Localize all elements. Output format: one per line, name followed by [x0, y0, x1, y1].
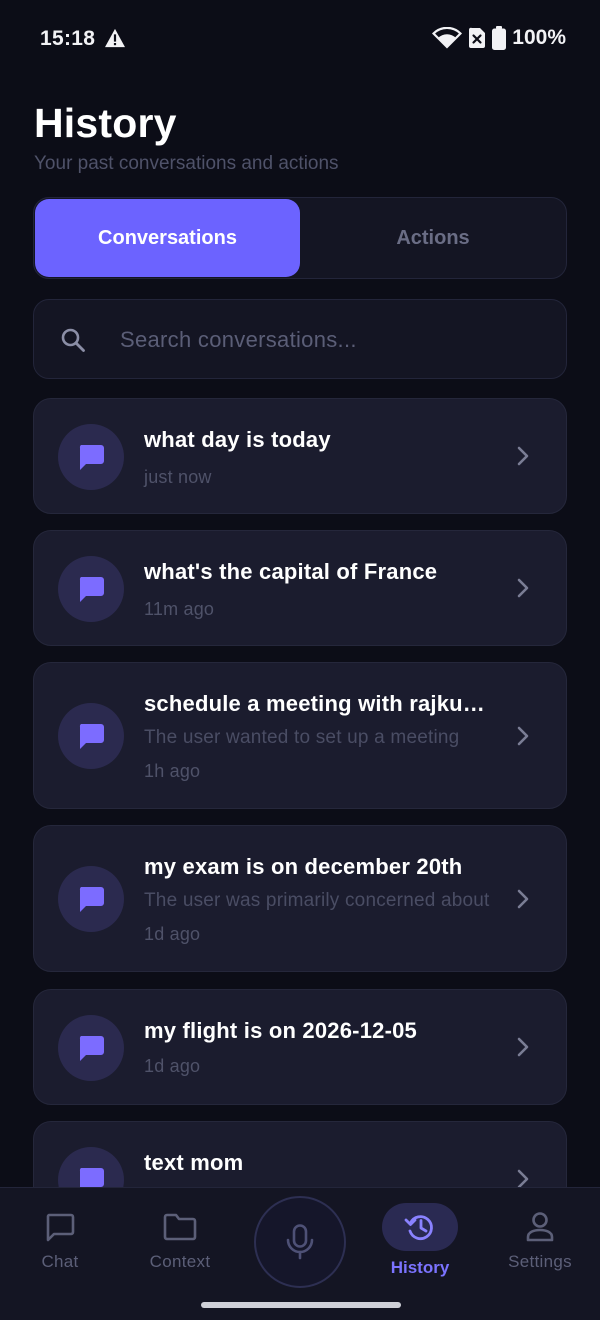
nav-label-history: History	[390, 1258, 450, 1277]
conversation-time: 1d ago	[144, 924, 201, 944]
chat-bubble-icon	[79, 724, 104, 749]
nav-item-chat[interactable]: Chat	[0, 1188, 120, 1298]
chat-icon	[43, 1210, 77, 1244]
conversation-time: just now	[144, 467, 212, 487]
microphone-icon	[286, 1224, 314, 1260]
chevron-right-icon	[517, 578, 529, 598]
nav-label-settings: Settings	[508, 1252, 572, 1271]
conversation-avatar	[58, 1015, 124, 1081]
status-right: 100%	[432, 26, 566, 50]
conversation-card[interactable]: my exam is on december 20th The user was…	[33, 825, 567, 972]
warning-icon	[105, 28, 125, 48]
nav-label-context: Context	[149, 1252, 211, 1271]
conversation-title: what's the capital of France	[144, 559, 438, 584]
nav-active-indicator	[382, 1203, 458, 1251]
tab-conversations[interactable]: Conversations	[35, 199, 300, 277]
conversation-title: what day is today	[144, 427, 331, 452]
conversation-title: schedule a meeting with rajkumar	[144, 691, 496, 716]
nav-label-chat: Chat	[41, 1252, 79, 1271]
conversation-summary: The user was primarily concerned about	[144, 890, 490, 911]
conversation-card[interactable]: schedule a meeting with rajkumar The use…	[33, 662, 567, 809]
folder-icon	[163, 1210, 197, 1244]
status-bar: 15:18 100%	[0, 0, 600, 78]
person-icon	[523, 1210, 557, 1244]
conversation-avatar	[58, 424, 124, 490]
chevron-right-icon	[517, 1037, 529, 1057]
conversation-avatar	[58, 556, 124, 622]
conversation-card[interactable]: what's the capital of France 11m ago	[33, 530, 567, 646]
nav-item-context[interactable]: Context	[120, 1188, 240, 1298]
conversation-avatar	[58, 703, 124, 769]
page-title: History	[34, 100, 177, 146]
conversation-summary: The user wanted to set up a meeting	[144, 727, 460, 748]
battery-icon	[492, 26, 507, 50]
conversation-title: text mom	[144, 1150, 244, 1175]
chat-bubble-icon	[79, 577, 104, 602]
conversation-card[interactable]: what day is today just now	[33, 398, 567, 514]
chat-bubble-icon	[79, 445, 104, 470]
nav-item-settings[interactable]: Settings	[480, 1188, 600, 1298]
no-sim-icon	[469, 27, 486, 48]
history-icon	[404, 1215, 433, 1241]
chat-bubble-icon	[79, 1036, 104, 1061]
chevron-right-icon	[517, 726, 529, 746]
status-time: 15:18	[40, 27, 96, 50]
history-tabs: Conversations Actions	[33, 197, 567, 279]
tab-actions[interactable]: Actions	[300, 199, 566, 277]
home-indicator[interactable]	[201, 1302, 401, 1308]
battery-percent: 100%	[512, 26, 566, 49]
conversation-time: 11m ago	[144, 599, 215, 619]
wifi-icon	[432, 27, 463, 49]
chevron-right-icon	[517, 446, 529, 466]
conversation-time: 1d ago	[144, 1056, 201, 1076]
page-subtitle: Your past conversations and actions	[34, 153, 339, 174]
chevron-right-icon	[517, 889, 529, 909]
bottom-nav: Chat Context History Settings	[0, 1187, 600, 1320]
mic-button[interactable]	[254, 1196, 346, 1288]
conversation-card[interactable]: my flight is on 2026-12-05 1d ago	[33, 989, 567, 1105]
conversation-title: my exam is on december 20th	[144, 854, 463, 879]
search-input[interactable]	[120, 320, 540, 360]
search-icon	[61, 328, 85, 352]
conversation-time: 1h ago	[144, 761, 201, 781]
conversation-title: my flight is on 2026-12-05	[144, 1018, 417, 1043]
search-box[interactable]	[33, 299, 567, 379]
history-screen: 15:18 100% History Your past conversatio…	[0, 0, 600, 1320]
nav-item-history[interactable]: History	[360, 1188, 480, 1298]
chat-bubble-icon	[79, 887, 104, 912]
conversation-avatar	[58, 866, 124, 932]
